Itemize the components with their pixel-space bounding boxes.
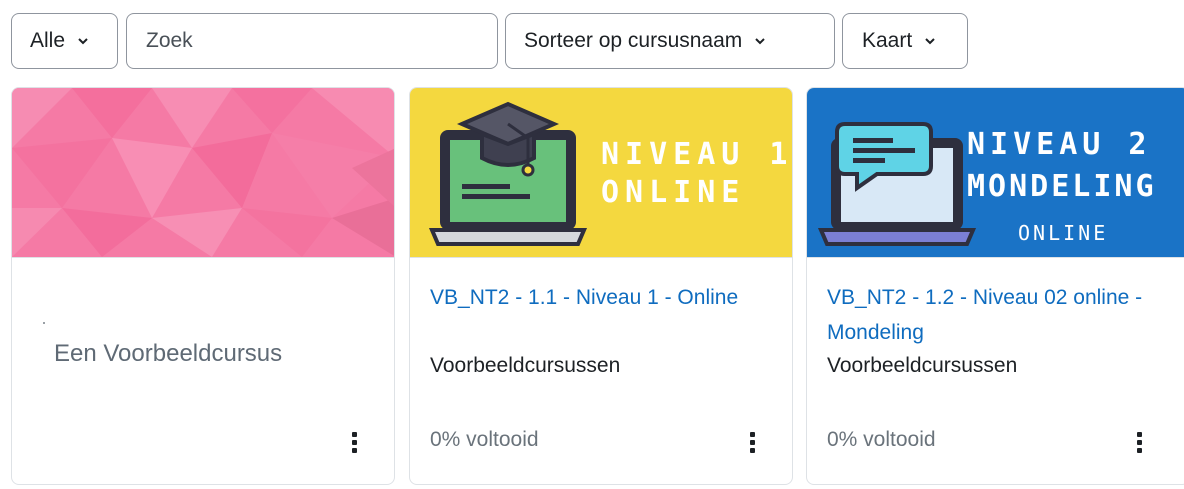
- course-title[interactable]: Een Voorbeeldcursus: [54, 340, 282, 368]
- chevron-down-icon: [925, 38, 935, 45]
- search-input[interactable]: Zoek: [126, 13, 498, 69]
- sort-dropdown[interactable]: Sorteer op cursusnaam: [505, 13, 835, 69]
- course-card-body: Een Voorbeeldcursus: [12, 257, 394, 484]
- image-heading-3: ONLINE: [1018, 221, 1108, 245]
- decorative-dot: [43, 322, 45, 324]
- kebab-menu-icon: [749, 431, 755, 453]
- course-category: Voorbeeldcursussen: [827, 354, 1018, 377]
- image-heading-1: NIVEAU 1: [601, 137, 792, 172]
- course-image[interactable]: NIVEAU 1 ONLINE: [410, 88, 792, 257]
- course-card-body: VB_NT2 - 1.1 - Niveau 1 - Online Voorbee…: [410, 257, 792, 484]
- course-image[interactable]: NIVEAU 2 MONDELING ONLINE: [807, 88, 1184, 257]
- image-heading-2: MONDELING: [967, 169, 1157, 204]
- search-placeholder: Zoek: [146, 29, 193, 52]
- chevron-down-icon: [78, 38, 88, 45]
- course-progress: 0% voltooid: [827, 428, 936, 451]
- course-actions-button[interactable]: [742, 428, 762, 456]
- view-dropdown-label: Kaart: [862, 29, 913, 52]
- course-actions-button[interactable]: [344, 428, 364, 456]
- image-heading-1: NIVEAU 2: [967, 127, 1152, 162]
- course-category: Voorbeeldcursussen: [430, 354, 621, 377]
- course-card-body: VB_NT2 - 1.2 - Niveau 02 online - Mondel…: [807, 257, 1184, 484]
- laptop-graduation-cap-image: NIVEAU 1 ONLINE: [410, 88, 792, 257]
- course-title-link[interactable]: VB_NT2 - 1.2 - Niveau 02 online - Mondel…: [827, 280, 1177, 350]
- chevron-down-icon: [755, 38, 765, 45]
- course-card: NIVEAU 1 ONLINE VB_NT2 - 1.1 - Niveau 1 …: [409, 87, 793, 485]
- image-heading-2: ONLINE: [601, 175, 745, 210]
- course-title-link[interactable]: VB_NT2 - 1.1 - Niveau 1 - Online: [430, 280, 780, 315]
- course-actions-button[interactable]: [1129, 428, 1149, 456]
- pink-pattern-image: [12, 88, 394, 257]
- course-card: NIVEAU 2 MONDELING ONLINE VB_NT2 - 1.2 -…: [806, 87, 1184, 485]
- laptop-chat-image: NIVEAU 2 MONDELING ONLINE: [807, 88, 1184, 257]
- grouping-dropdown[interactable]: Alle: [11, 13, 118, 69]
- course-card: Een Voorbeeldcursus: [11, 87, 395, 485]
- course-progress: 0% voltooid: [430, 428, 539, 451]
- sort-dropdown-label: Sorteer op cursusnaam: [524, 29, 743, 52]
- kebab-menu-icon: [351, 431, 357, 453]
- grouping-dropdown-label: Alle: [30, 29, 66, 52]
- course-image[interactable]: [12, 88, 394, 257]
- view-dropdown[interactable]: Kaart: [842, 13, 968, 69]
- kebab-menu-icon: [1136, 431, 1142, 453]
